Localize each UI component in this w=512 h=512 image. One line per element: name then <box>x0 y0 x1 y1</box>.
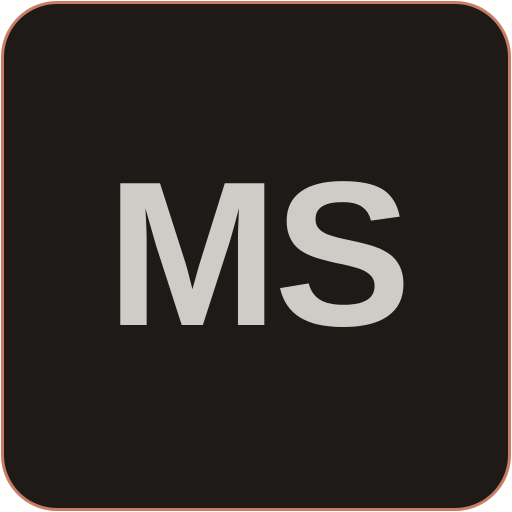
monogram-text: MS <box>106 139 412 369</box>
app-icon[interactable]: MS <box>1 1 511 511</box>
